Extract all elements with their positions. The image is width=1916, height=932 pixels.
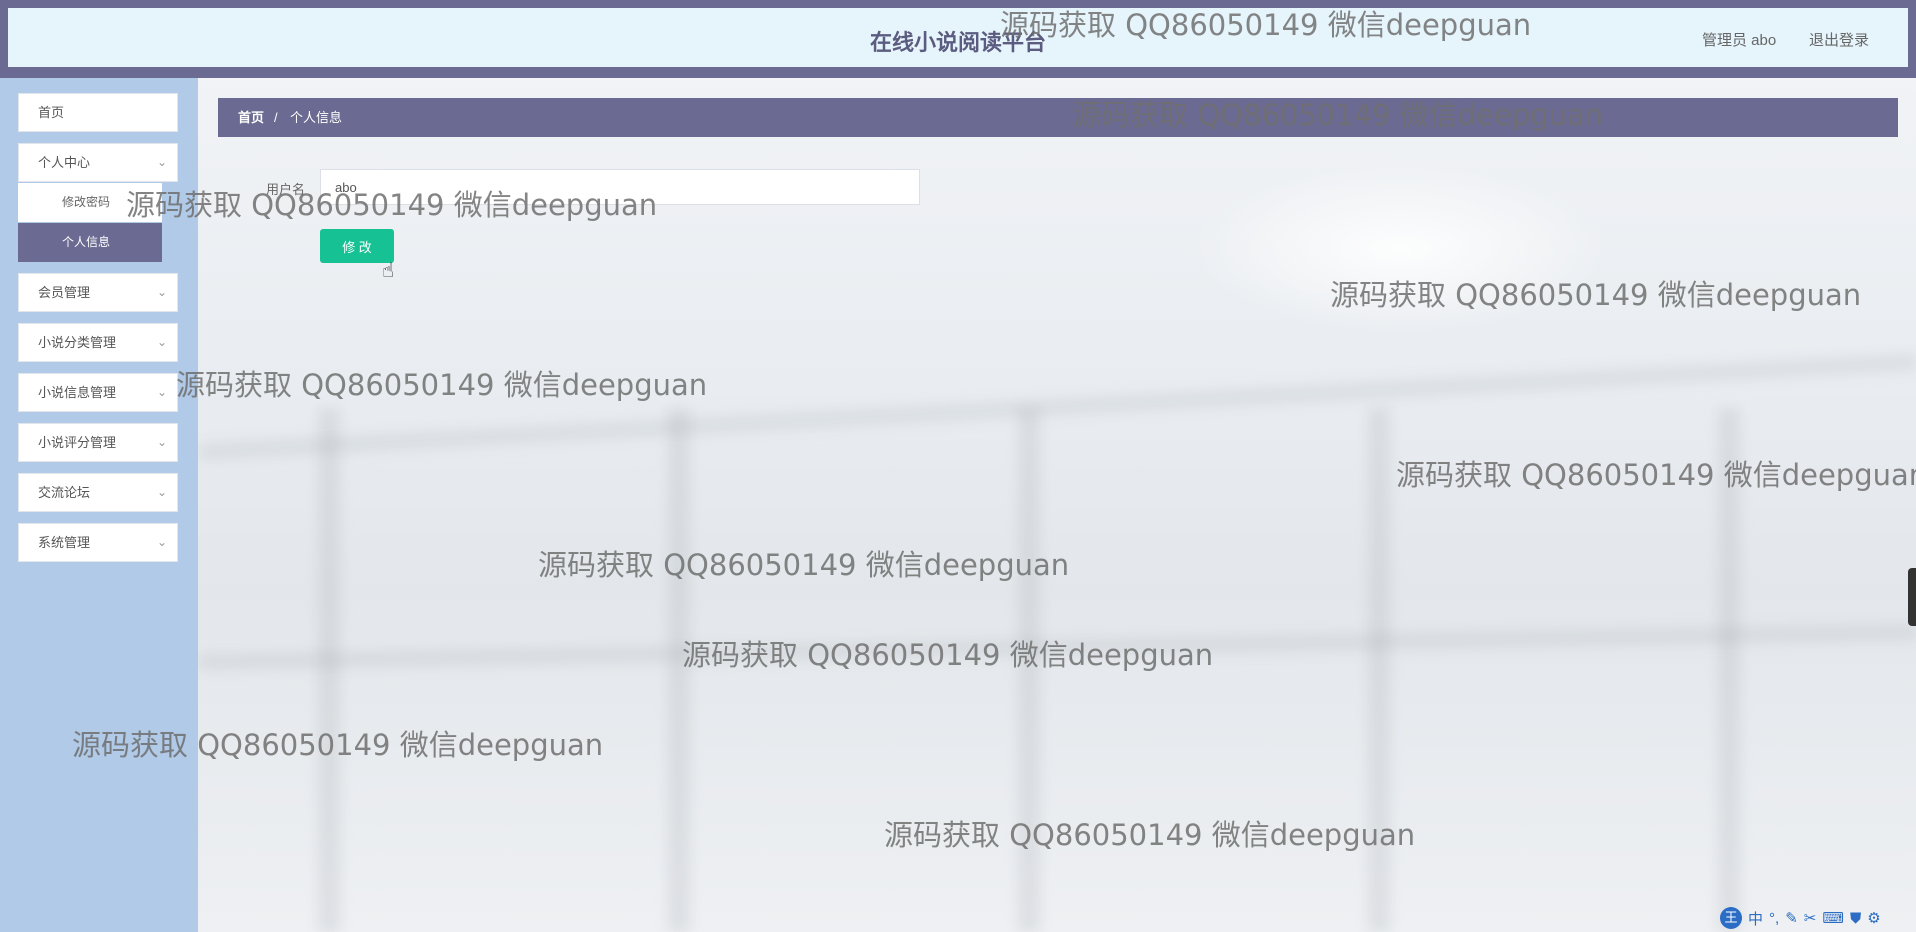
sidebar-item-forum[interactable]: 交流论坛 ⌄ <box>18 473 178 512</box>
sidebar-item-label: 个人中心 <box>38 155 91 170</box>
sidebar-item-label: 小说分类管理 <box>38 335 117 350</box>
shirt-icon[interactable]: ⛊ <box>1850 910 1861 927</box>
ime-logo-icon[interactable]: 王 <box>1720 907 1742 929</box>
sidebar-item-novel-category[interactable]: 小说分类管理 ⌄ <box>18 323 178 362</box>
sidebar-item-label: 系统管理 <box>38 535 91 550</box>
sidebar-item-label: 小说评分管理 <box>38 435 117 450</box>
gear-icon[interactable]: ⚙ <box>1867 909 1880 927</box>
sidebar-item-home[interactable]: 首页 <box>18 93 178 132</box>
breadcrumb-current: 个人信息 <box>290 110 343 125</box>
pen-icon[interactable]: ✎ <box>1785 909 1798 927</box>
sidebar-item-label: 小说信息管理 <box>38 385 117 400</box>
watermark-text: 源码获取 QQ86050149 微信deepguan <box>682 638 1214 672</box>
breadcrumb-separator: / <box>274 110 278 125</box>
watermark-text: 源码获取 QQ86050149 微信deepguan <box>884 818 1416 852</box>
chevron-down-icon: ⌄ <box>156 385 167 399</box>
sidebar-item-label: 首页 <box>38 105 65 120</box>
chevron-down-icon: ⌄ <box>156 155 167 169</box>
sidebar-item-novel-info[interactable]: 小说信息管理 ⌄ <box>18 373 178 412</box>
chevron-down-icon: ⌄ <box>156 285 167 299</box>
punctuation-icon[interactable]: °, <box>1769 910 1779 927</box>
logout-link[interactable]: 退出登录 <box>1809 29 1869 50</box>
side-panel-handle[interactable] <box>1908 568 1916 626</box>
sidebar-subitem-label: 修改密码 <box>62 195 111 209</box>
watermark-text: 源码获取 QQ86050149 微信deepguan <box>126 188 658 222</box>
header: 在线小说阅读平台 管理员 abo 退出登录 <box>8 8 1908 67</box>
chevron-down-icon: ⌄ <box>156 335 167 349</box>
chevron-down-icon: ⌄ <box>156 435 167 449</box>
watermark-text: 源码获取 QQ86050149 微信deepguan <box>1330 278 1862 312</box>
watermark-text: 源码获取 QQ86050149 微信deepguan <box>176 368 708 402</box>
sidebar-item-personal-center[interactable]: 个人中心 ⌄ <box>18 143 178 182</box>
scissors-icon[interactable]: ✂ <box>1804 909 1817 927</box>
ime-toolbar: 王 中 °, ✎ ✂ ⌨ ⛊ ⚙ <box>1720 906 1881 930</box>
chevron-down-icon: ⌄ <box>156 485 167 499</box>
admin-user-label: 管理员 abo <box>1702 32 1777 49</box>
watermark-text: 源码获取 QQ86050149 微信deepguan <box>1396 458 1916 492</box>
sidebar-item-member-management[interactable]: 会员管理 ⌄ <box>18 273 178 312</box>
watermark-text: 源码获取 QQ86050149 微信deepguan <box>1000 8 1532 42</box>
language-toggle[interactable]: 中 <box>1748 908 1763 929</box>
sidebar-item-novel-rating[interactable]: 小说评分管理 ⌄ <box>18 423 178 462</box>
breadcrumb-home[interactable]: 首页 <box>238 98 264 137</box>
sidebar-item-label: 会员管理 <box>38 285 91 300</box>
sidebar-item-system-management[interactable]: 系统管理 ⌄ <box>18 523 178 562</box>
sidebar-item-label: 交流论坛 <box>38 485 91 500</box>
watermark-text: 源码获取 QQ86050149 微信deepguan <box>1072 98 1604 132</box>
sidebar-subitem-label: 个人信息 <box>62 235 111 249</box>
hand-cursor-icon: ☝ <box>382 260 395 282</box>
keyboard-icon[interactable]: ⌨ <box>1822 909 1844 927</box>
sidebar-subitem-personal-info[interactable]: 个人信息 <box>18 223 162 262</box>
watermark-text: 源码获取 QQ86050149 微信deepguan <box>538 548 1070 582</box>
app-title: 在线小说阅读平台 <box>869 30 1046 55</box>
breadcrumb: 首页 / 个人信息 <box>218 98 1898 137</box>
chevron-down-icon: ⌄ <box>156 535 167 549</box>
watermark-text: 源码获取 QQ86050149 微信deepguan <box>72 728 604 762</box>
